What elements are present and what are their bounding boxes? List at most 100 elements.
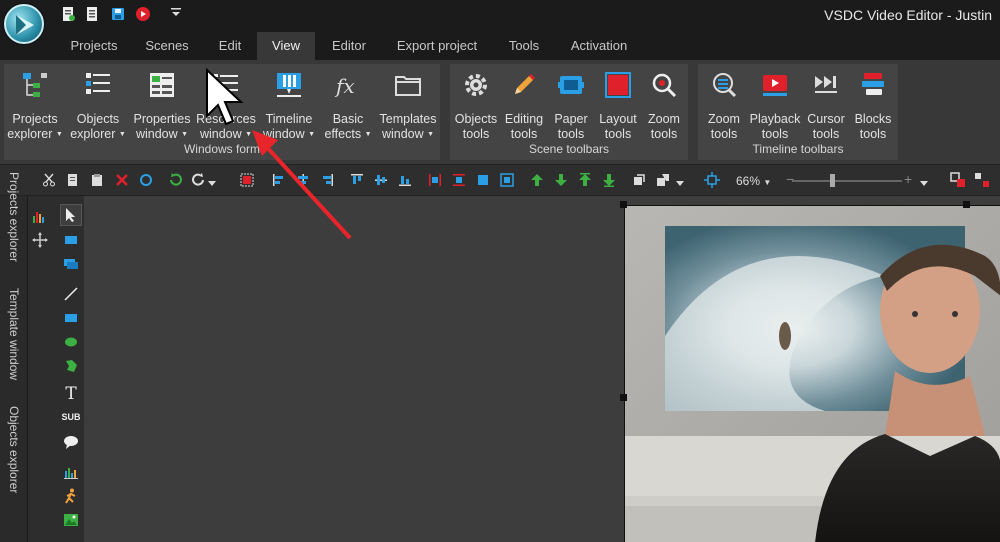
undo-icon[interactable] (168, 173, 182, 187)
button-label: Objects (76, 112, 120, 126)
timeline-zoom-tools-button[interactable]: Zoom tools (700, 66, 748, 142)
paper-tools-button[interactable]: Paper tools (548, 66, 594, 142)
send-backward-icon[interactable] (602, 173, 616, 187)
resize-handle[interactable] (620, 201, 627, 208)
image-sequence-icon[interactable] (63, 256, 79, 272)
objects-tools-button[interactable]: Objects tools (452, 66, 500, 142)
open-project-icon[interactable] (84, 6, 100, 22)
bring-forward-icon[interactable] (578, 173, 592, 187)
ribbon: Projects explorer ▼ Objects explorer ▼ Pro… (0, 60, 1000, 164)
move-icon[interactable] (32, 232, 48, 248)
fit-to-screen-icon[interactable] (704, 172, 720, 188)
button-label: tools (462, 127, 490, 141)
zoom-tools-button[interactable]: Zoom tools (642, 66, 686, 142)
button-label: window (381, 127, 424, 141)
button-label: Blocks (854, 112, 892, 126)
cursor-tools-icon (815, 76, 837, 93)
ellipse-tool-icon[interactable] (63, 334, 79, 350)
properties-window-button[interactable]: Properties window ▼ (130, 66, 194, 142)
button-label: explorer (70, 127, 116, 141)
animation-icon[interactable] (63, 488, 79, 504)
resize-handle[interactable] (620, 394, 627, 401)
cursor-tools-button[interactable]: Cursor tools (802, 66, 850, 142)
align-middle-icon[interactable] (374, 173, 388, 187)
templates-window-button[interactable]: Templates window ▼ (376, 66, 440, 142)
text-tool[interactable]: T (63, 384, 79, 404)
tab-projects[interactable]: Projects (58, 32, 130, 60)
chevron-down-icon[interactable] (920, 179, 928, 187)
speech-bubble-icon[interactable] (63, 434, 79, 450)
line-tool-icon[interactable] (63, 286, 79, 302)
align-bottom-icon[interactable] (398, 173, 412, 187)
playback-tools-button[interactable]: Playback tools (748, 66, 802, 142)
delete-icon[interactable] (115, 173, 129, 187)
send-to-back-icon[interactable] (554, 173, 568, 187)
center-object-icon[interactable] (500, 173, 514, 187)
paste-icon[interactable] (90, 173, 104, 187)
button-label: explorer (7, 127, 53, 141)
redo-icon[interactable] (192, 173, 206, 187)
side-panel-tabs: Projects explorer Template window Object… (0, 172, 28, 542)
copy-icon[interactable] (66, 173, 80, 187)
distribute-horizontal-icon[interactable] (428, 173, 442, 187)
objects-explorer-icon (86, 73, 110, 94)
split-view-icon[interactable] (974, 172, 990, 188)
resize-handle[interactable] (963, 201, 970, 208)
vsdc-app-window: VSDC Video Editor - Justin Projects Scen… (0, 0, 1000, 542)
select-all-icon[interactable] (139, 173, 153, 187)
tab-view[interactable]: View (257, 32, 315, 60)
preview-layout-icon[interactable] (950, 172, 966, 188)
customize-icon[interactable] (168, 4, 184, 20)
tab-export-project[interactable]: Export project (386, 32, 488, 60)
image-tool-icon[interactable] (63, 512, 79, 528)
zoom-minus-button[interactable]: − (786, 171, 794, 187)
vsdc-logo-icon[interactable] (4, 4, 44, 44)
objects-explorer-button[interactable]: Objects explorer ▼ (66, 66, 130, 142)
video-object-icon[interactable] (63, 232, 79, 248)
button-label: tools (710, 127, 738, 141)
button-label: Zoom (708, 112, 740, 126)
projects-explorer-button[interactable]: Projects explorer ▼ (4, 66, 66, 142)
save-icon[interactable] (110, 6, 126, 22)
subtitle-tool[interactable]: SUB (61, 412, 81, 426)
new-project-icon[interactable] (60, 6, 76, 22)
button-label: tools (812, 127, 840, 141)
button-label: tools (761, 127, 789, 141)
ungroup-icon[interactable] (656, 173, 670, 187)
zoom-dropdown[interactable]: 66% ▼ (736, 174, 771, 188)
button-label: window (199, 127, 242, 141)
side-tab-label: Template window (7, 288, 21, 381)
audio-spectrum-icon[interactable] (32, 208, 48, 224)
zoom-slider-thumb[interactable] (830, 174, 835, 187)
zoom-plus-button[interactable]: + (904, 171, 912, 187)
cut-icon[interactable] (42, 173, 56, 187)
tab-edit[interactable]: Edit (204, 32, 256, 60)
distribute-vertical-icon[interactable] (452, 173, 466, 187)
video-preview[interactable] (624, 205, 1000, 542)
zoom-slider[interactable] (792, 180, 902, 182)
basic-effects-icon: fx (334, 74, 355, 98)
tab-editor[interactable]: Editor (322, 32, 376, 60)
rectangle-tool-icon[interactable] (63, 310, 79, 326)
chevron-down-icon[interactable] (208, 179, 216, 187)
pointer-tool-icon[interactable] (63, 207, 79, 223)
tab-tools[interactable]: Tools (498, 32, 550, 60)
layout-tools-button[interactable]: Layout tools (594, 66, 642, 142)
tab-template-window[interactable]: Template window (0, 288, 28, 402)
record-icon[interactable] (135, 6, 151, 22)
chart-tool-icon[interactable] (63, 464, 79, 480)
freeform-tool-icon[interactable] (63, 358, 79, 374)
tab-projects-explorer[interactable]: Projects explorer (0, 172, 28, 292)
chevron-down-icon[interactable] (676, 179, 684, 187)
ribbon-group-label: Windows form (183, 142, 260, 156)
bring-to-front-icon[interactable] (530, 173, 544, 187)
tab-objects-explorer[interactable]: Objects explorer (0, 406, 28, 526)
editing-tools-button[interactable]: Editing tools (500, 66, 548, 142)
zoom-value: 66% (736, 174, 761, 188)
tab-scenes[interactable]: Scenes (136, 32, 198, 60)
same-size-icon[interactable] (476, 173, 490, 187)
blocks-tools-button[interactable]: Blocks tools (850, 66, 896, 142)
group-icon[interactable] (632, 173, 646, 187)
side-tab-label: Projects explorer (7, 172, 21, 263)
tab-activation[interactable]: Activation (560, 32, 638, 60)
